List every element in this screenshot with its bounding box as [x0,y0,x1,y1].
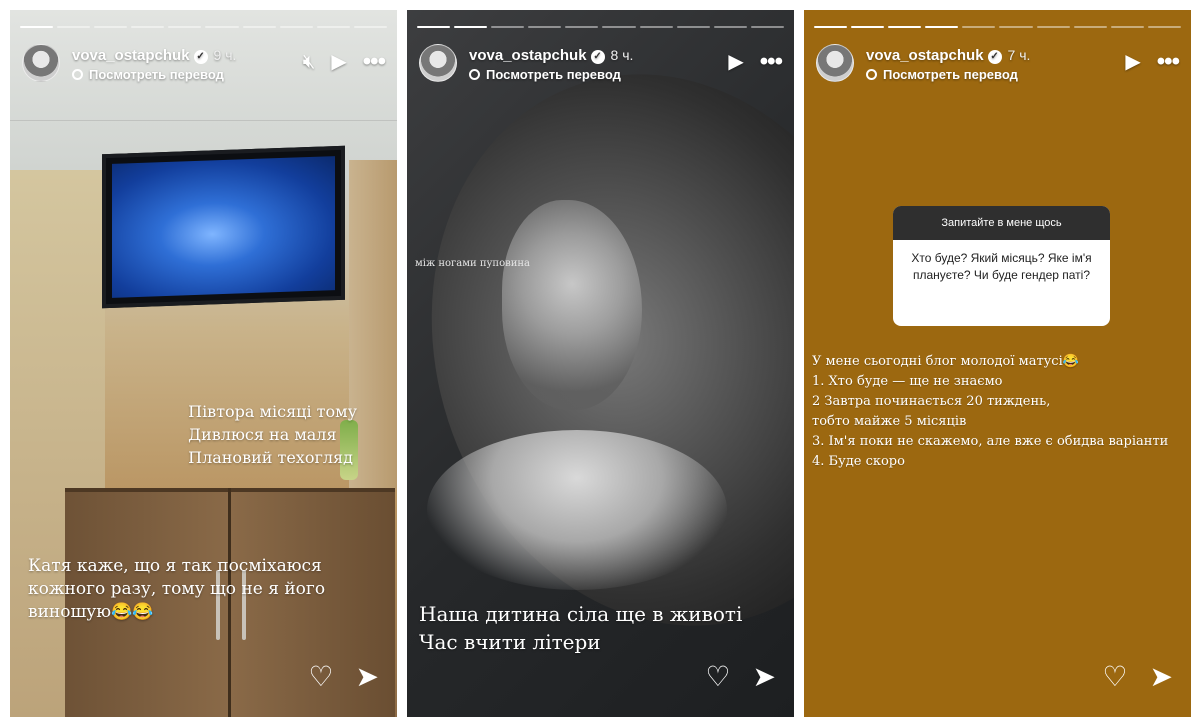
story-progress-bar [417,26,784,28]
globe-icon [866,69,877,80]
globe-icon [72,69,83,80]
ultrasound-monitor [102,145,345,309]
question-sticker: Запитайте в мене щось Хто буде? Який міс… [893,206,1110,326]
story-caption-top: Півтора місяці тому Дивлюся на маля План… [188,402,357,467]
question-sticker-header: Запитайте в мене щось [893,206,1110,240]
heart-icon[interactable]: ♡ [1102,663,1127,691]
play-icon[interactable]: ▶ [728,52,743,72]
see-translation-link[interactable]: Посмотреть перевод [469,67,621,82]
story-header: vova_ostapchuk ✓ 8 ч. Посмотреть перевод ▶… [419,44,783,86]
post-time: 7 ч. [1007,47,1031,63]
play-icon[interactable]: ▶ [331,52,346,72]
username[interactable]: vova_ostapchuk [469,47,587,64]
verified-badge-icon: ✓ [590,50,605,64]
story-progress-bar [20,26,387,28]
story-panel-2[interactable]: між ногами пуповина vova_ostapchuk ✓ 8 ч. … [407,10,794,717]
send-icon[interactable]: ➤ [1150,663,1173,691]
more-dots-icon[interactable]: ••• [363,50,386,74]
story-header: vova_ostapchuk ✓ 9 ч. Посмотреть перевод 🔇… [22,44,386,86]
heart-icon[interactable]: ♡ [308,663,333,691]
see-translation-link[interactable]: Посмотреть перевод [866,67,1018,82]
more-dots-icon[interactable]: ••• [1157,50,1180,74]
send-icon[interactable]: ➤ [753,663,776,691]
globe-icon [469,69,480,80]
verified-badge-icon: ✓ [987,50,1002,64]
story-caption: Наша дитина сіла ще в животі Час вчити л… [419,602,743,654]
avatar[interactable] [419,44,457,82]
play-icon[interactable]: ▶ [1125,52,1140,72]
story-header: vova_ostapchuk ✓ 7 ч. Посмотреть перевод ▶… [816,44,1180,86]
overlay-text: між ногами пуповина [415,258,531,269]
story-caption-bottom: Катя каже, що я так посміхаюся кожного р… [28,556,326,622]
username[interactable]: vova_ostapchuk [72,47,190,64]
answer-text: У мене сьогодні блог молодої матусі😂 1. … [812,354,1169,469]
avatar[interactable] [22,44,60,82]
story-panel-1[interactable]: vova_ostapchuk ✓ 9 ч. Посмотреть перевод 🔇… [10,10,397,717]
question-text: Хто буде? Який місяць? Яке ім'я плануєте… [911,251,1092,282]
heart-icon[interactable]: ♡ [705,663,730,691]
send-icon[interactable]: ➤ [356,663,379,691]
username[interactable]: vova_ostapchuk [866,47,984,64]
see-translation-link[interactable]: Посмотреть перевод [72,67,224,82]
more-dots-icon[interactable]: ••• [760,50,783,74]
story-progress-bar [814,26,1181,28]
avatar[interactable] [816,44,854,82]
speaker-off-icon[interactable]: 🔇︎ [303,52,316,72]
post-time: 8 ч. [610,47,634,63]
post-time: 9 ч. [213,47,237,63]
story-panel-3[interactable]: vova_ostapchuk ✓ 7 ч. Посмотреть перевод ▶… [804,10,1191,717]
verified-badge-icon: ✓ [193,50,208,64]
